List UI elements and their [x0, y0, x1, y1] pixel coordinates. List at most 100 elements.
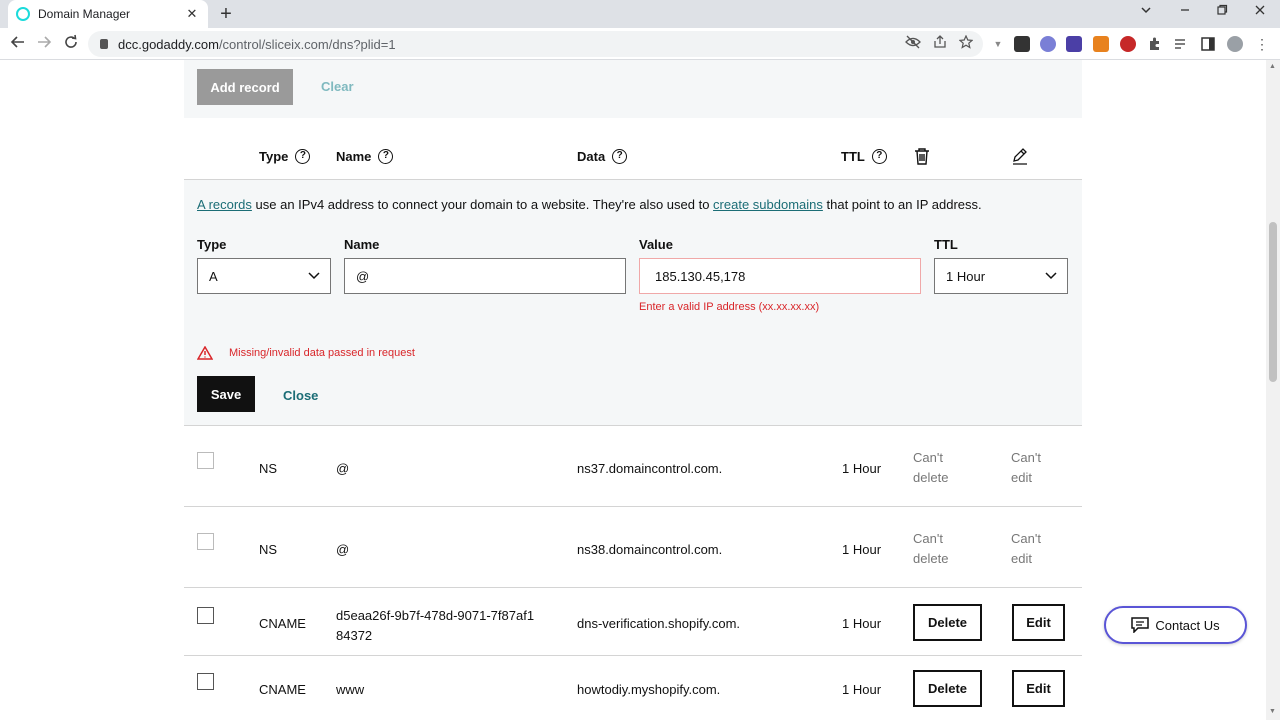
address-toolbar: dcc.godaddy.com/control/sliceix.com/dns?… [0, 28, 1280, 60]
url-host: dcc.godaddy.com [118, 36, 219, 52]
ttl-label: TTL [934, 237, 958, 252]
clear-button[interactable]: Clear [321, 79, 354, 94]
record-ttl: 1 Hour [842, 616, 882, 631]
side-panel-icon[interactable] [1200, 36, 1216, 52]
url-path: /control/sliceix.com/dns?plid=1 [218, 36, 396, 52]
delete-button[interactable]: Delete [913, 670, 982, 707]
pencil-icon[interactable] [1012, 148, 1028, 170]
table-row: CNAME www howtodiy.myshopify.com. 1 Hour… [184, 656, 1082, 720]
page-scrollbar[interactable]: ▲ ▼ [1266, 60, 1280, 720]
record-data: ns38.domaincontrol.com. [577, 542, 723, 557]
record-type: NS [259, 461, 278, 476]
contact-us-label: Contact Us [1155, 617, 1220, 633]
record-type-info: A records use an IPv4 address to connect… [197, 197, 982, 212]
form-error: Missing/invalid data passed in request [197, 346, 415, 360]
type-label: Type [197, 237, 227, 252]
create-subdomains-link[interactable]: create subdomains [713, 197, 823, 212]
cant-edit-text: Can't edit [1011, 450, 1041, 485]
cant-edit-text: Can't edit [1011, 531, 1041, 566]
delete-button[interactable]: Delete [913, 604, 982, 641]
edit-button[interactable]: Edit [1012, 604, 1065, 641]
eye-off-icon[interactable] [905, 35, 921, 52]
row-checkbox[interactable] [197, 607, 214, 624]
header-ttl: TTL? [841, 149, 887, 164]
bookmark-star-icon[interactable] [958, 34, 974, 52]
minimize-icon[interactable] [1175, 4, 1195, 19]
cant-delete-text: Can't delete [913, 450, 949, 485]
row-checkbox[interactable] [197, 673, 214, 690]
help-icon[interactable]: ? [871, 149, 887, 164]
extensions-puzzle-icon[interactable] [1147, 36, 1163, 52]
table-row: NS @ ns37.domaincontrol.com. 1 Hour Can'… [184, 426, 1082, 507]
add-record-toolbar: Add record Clear [184, 60, 1082, 118]
chevron-down-icon [308, 268, 320, 280]
record-name: @ [336, 542, 350, 557]
contact-us-button[interactable]: Contact Us [1104, 606, 1247, 644]
help-icon[interactable]: ? [378, 149, 394, 164]
header-data: Data? [577, 149, 628, 164]
row-checkbox[interactable] [197, 533, 214, 550]
tab-search-icon[interactable] [1136, 4, 1156, 19]
row-checkbox[interactable] [197, 452, 214, 469]
record-data: ns37.domaincontrol.com. [577, 461, 723, 476]
info-text: that point to an IP address. [822, 197, 982, 212]
extension-qr-icon[interactable] [1014, 36, 1030, 52]
lock-icon [100, 39, 108, 49]
help-icon[interactable]: ? [295, 149, 311, 164]
help-icon[interactable]: ? [612, 149, 628, 164]
close-window-icon[interactable] [1250, 4, 1270, 19]
add-record-button[interactable]: Add record [197, 69, 293, 105]
scroll-down-icon[interactable]: ▼ [1269, 708, 1276, 715]
record-ttl: 1 Hour [842, 542, 882, 557]
profile-avatar[interactable] [1227, 36, 1243, 52]
type-select[interactable]: A [197, 258, 331, 294]
reload-icon[interactable] [61, 34, 81, 56]
warning-icon [197, 346, 213, 360]
close-tab-icon[interactable]: ✕ [184, 6, 200, 22]
extension-arrow-icon[interactable]: ▼ [990, 36, 1006, 52]
records-table-header: Type? Name? Data? TTL? [184, 118, 1082, 180]
forward-icon[interactable] [34, 34, 54, 56]
extension-circle-icon[interactable] [1040, 36, 1056, 52]
name-label: Name [344, 237, 380, 252]
a-records-link[interactable]: A records [197, 197, 252, 212]
value-value: 185.130.45,178 [655, 268, 746, 284]
record-type: CNAME [259, 682, 306, 697]
menu-kebab-icon[interactable]: ⋮ [1254, 36, 1270, 52]
chat-icon [1131, 617, 1150, 633]
url-bar[interactable]: dcc.godaddy.com/control/sliceix.com/dns?… [88, 31, 983, 57]
cant-delete-text: Can't delete [913, 531, 949, 566]
value-error-message: Enter a valid IP address (xx.xx.xx.xx) [639, 301, 820, 313]
scroll-up-icon[interactable]: ▲ [1269, 63, 1276, 70]
chevron-down-icon [1045, 268, 1057, 280]
record-editor: A records use an IPv4 address to connect… [184, 180, 1082, 426]
header-name: Name? [336, 149, 394, 164]
name-input[interactable]: @ [344, 258, 626, 294]
browser-tab-bar: Domain Manager ✕ + [0, 0, 1280, 28]
back-icon[interactable] [8, 34, 28, 56]
header-type: Type? [259, 149, 311, 164]
trash-icon[interactable] [914, 148, 930, 170]
edit-button[interactable]: Edit [1012, 670, 1065, 707]
new-tab-button[interactable]: + [216, 3, 236, 25]
value-label: Value [639, 237, 673, 252]
close-button[interactable]: Close [283, 388, 318, 403]
record-data: dns-verification.shopify.com. [577, 616, 741, 631]
ttl-select[interactable]: 1 Hour [934, 258, 1068, 294]
scrollbar-thumb[interactable] [1269, 222, 1277, 382]
save-button[interactable]: Save [197, 376, 255, 412]
metamask-fox-icon[interactable] [1093, 36, 1109, 52]
extension-r-icon[interactable] [1066, 36, 1082, 52]
ttl-value: 1 Hour [946, 268, 986, 284]
restore-icon[interactable] [1212, 4, 1232, 19]
value-input[interactable]: 185.130.45,178 [639, 258, 921, 294]
reading-list-icon[interactable] [1173, 36, 1189, 52]
record-type: NS [259, 542, 278, 557]
dns-page: Add record Clear Type? Name? Data? TTL? … [0, 60, 1266, 720]
tab-title: Domain Manager [38, 7, 131, 21]
browser-tab[interactable]: Domain Manager ✕ [8, 0, 208, 28]
record-type: CNAME [259, 616, 306, 631]
extension-red-icon[interactable] [1120, 36, 1136, 52]
share-icon[interactable] [933, 35, 947, 52]
table-row: CNAME d5eaa26f-9b7f-478d-9071-7f87af1 843… [184, 588, 1082, 656]
